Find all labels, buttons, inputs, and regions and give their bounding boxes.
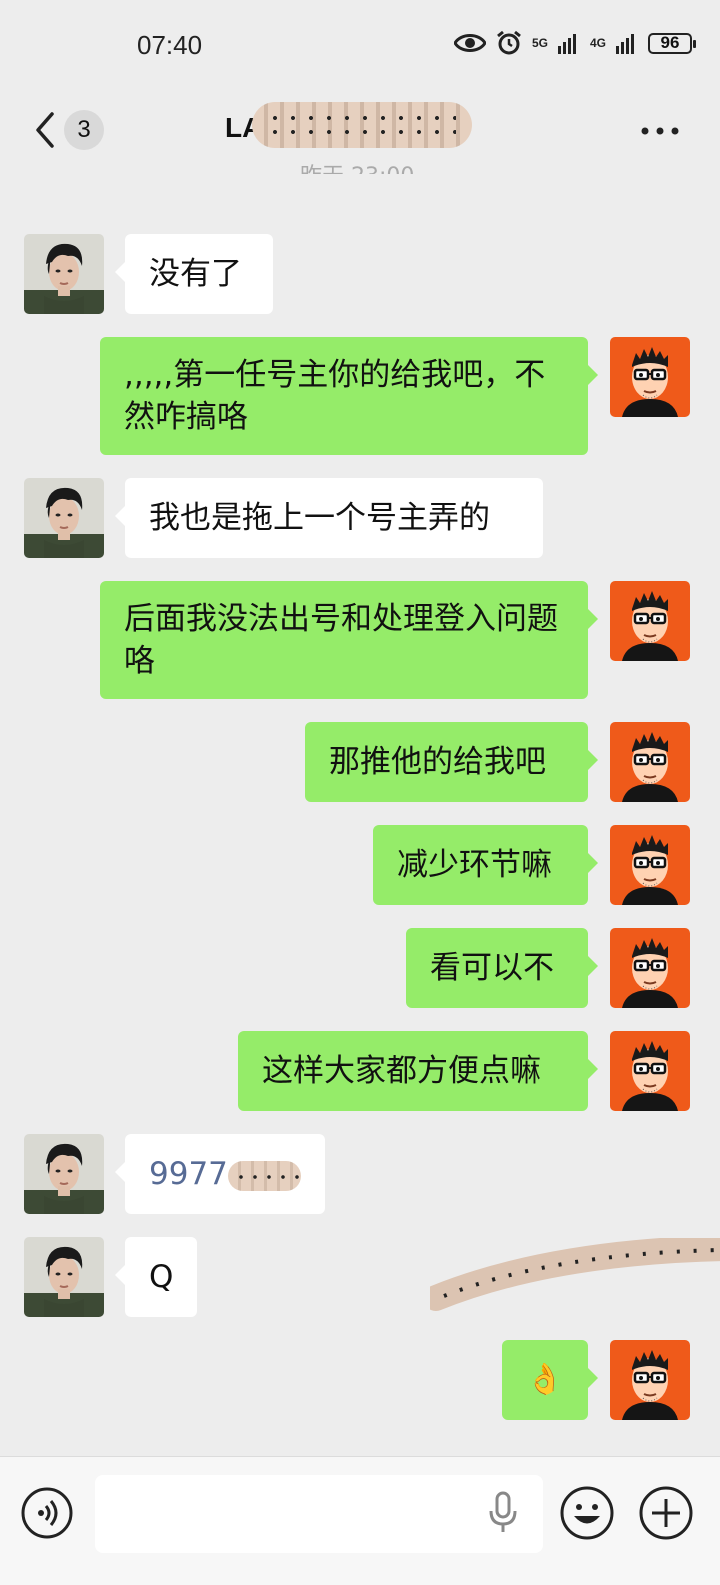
message-text: 后面我没法出号和处理登入问题咯 [124, 601, 558, 679]
message-bubble[interactable]: 没有了 [115, 234, 273, 314]
battery-level: 96 [660, 33, 680, 52]
message-input[interactable] [95, 1475, 543, 1553]
signal-4g-label: 4G [589, 35, 606, 50]
message-bubble[interactable]: Q [115, 1237, 197, 1317]
message-text: 看可以不 [430, 950, 554, 986]
voice-icon[interactable] [21, 1487, 73, 1539]
my-avatar[interactable] [610, 1031, 690, 1111]
redaction-mark [227, 1161, 309, 1191]
status-time: 07:40 [137, 30, 203, 60]
alarm-icon [497, 30, 521, 55]
message-text: 没有了 [149, 256, 242, 292]
unread-count-badge[interactable]: 3 [64, 110, 104, 150]
message-bubble[interactable]: 那推他的给我吧 [305, 722, 598, 802]
my-avatar[interactable] [610, 825, 690, 905]
signal-icon [557, 34, 576, 54]
message-emoji: 👌 [526, 1362, 564, 1397]
eye-icon [453, 34, 486, 52]
my-avatar[interactable] [610, 581, 690, 661]
redaction-mark [430, 1238, 720, 1311]
message-text: 那推他的给我吧 [329, 744, 546, 780]
contact-avatar[interactable] [24, 234, 104, 314]
message-bubble[interactable]: 这样大家都方便点嘛 [238, 1031, 598, 1111]
contact-avatar[interactable] [24, 1134, 104, 1214]
message-bubble[interactable]: 减少环节嘛 [373, 825, 598, 905]
my-avatar[interactable] [610, 1340, 690, 1420]
contact-avatar[interactable] [24, 478, 104, 558]
my-avatar[interactable] [610, 722, 690, 802]
emoji-icon[interactable] [559, 1485, 615, 1541]
more-icon[interactable] [640, 126, 680, 136]
message-text: 这样大家都方便点嘛 [262, 1053, 541, 1089]
input-bar [0, 1456, 720, 1585]
battery-indicator: 96 [648, 32, 696, 54]
status-icons: 5G 4G 96 [453, 30, 696, 56]
status-bar: 07:40 5G 4G 96 [0, 0, 720, 90]
signal-icon [616, 34, 634, 54]
message-bubble[interactable]: 9977 [115, 1134, 325, 1214]
plus-icon[interactable] [638, 1485, 694, 1541]
signal-5g-label: 5G [531, 35, 548, 50]
message-text: 减少环节嘛 [397, 847, 552, 883]
back-icon[interactable] [30, 110, 60, 150]
message-bubble[interactable]: 看可以不 [406, 928, 598, 1008]
microphone-icon[interactable] [488, 1491, 518, 1535]
message-text: ,,,,,第一任号主你的给我吧，不然咋搞咯 [124, 357, 546, 435]
message-bubble[interactable]: 👌 [502, 1340, 598, 1420]
message-text[interactable]: 9977 [149, 1153, 228, 1195]
redaction-mark [252, 102, 472, 148]
contact-avatar[interactable] [24, 1237, 104, 1317]
message-bubble[interactable]: 我也是拖上一个号主弄的 [115, 478, 543, 558]
my-avatar[interactable] [610, 337, 690, 417]
message-bubble[interactable]: ,,,,,第一任号主你的给我吧，不然咋搞咯 [100, 337, 598, 455]
message-text: Q [149, 1259, 174, 1295]
my-avatar[interactable] [610, 928, 690, 1008]
message-text: 我也是拖上一个号主弄的 [149, 500, 490, 536]
message-bubble[interactable]: 后面我没法出号和处理登入问题咯 [100, 581, 598, 699]
